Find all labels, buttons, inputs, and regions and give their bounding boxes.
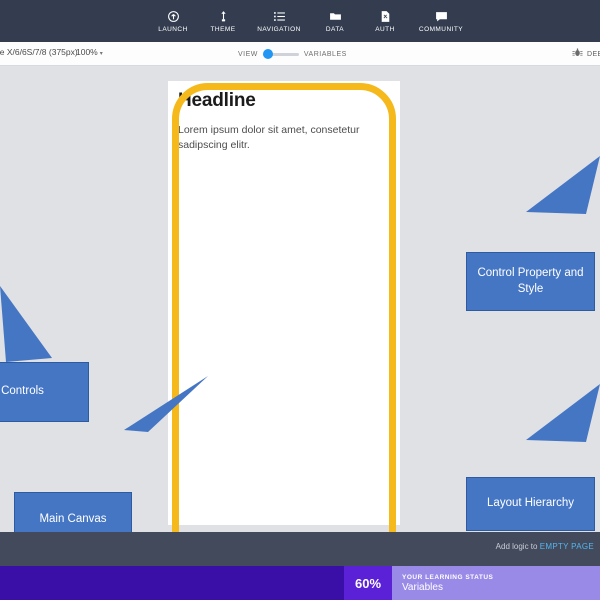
chevron-down-icon: ▾ [99,51,103,57]
callout-controls-label: Controls [1,385,44,398]
callout-main-canvas: Main Canvas [14,492,132,532]
sub-toolbar: iPhone X/6/6S/7/8 (375px) 100%▾ VIEW VAR… [0,42,600,66]
chat-bubble-icon [434,9,448,23]
device-size-select[interactable]: iPhone X/6/6S/7/8 (375px) [0,47,78,57]
empty-page-link[interactable]: EMPTY PAGE [540,542,594,551]
toggle-label-variables: VARIABLES [303,50,347,58]
callout-layout-hierarchy: Layout Hierarchy [466,477,595,531]
callout-main-canvas-label: Main Canvas [39,513,107,526]
list-icon [272,9,286,23]
toolbar-item-data[interactable]: DATA [310,0,360,42]
toolbar-label-data: DATA [325,26,345,33]
toggle-knob[interactable] [262,49,273,59]
rocket-launch-icon [166,9,180,23]
toggle-track[interactable] [262,49,299,59]
debug-button[interactable]: DEBUG [572,42,600,66]
learning-status-panel[interactable]: YOUR LEARNING STATUS Variables [392,566,600,600]
bug-icon [572,45,583,63]
footer-bar: Add logic to EMPTY PAGE [0,532,600,566]
debug-label: DEBUG [587,50,600,58]
toolbar-label-community: COMMUNITY [418,26,464,33]
zoom-level-value: 100% [76,47,98,57]
toolbar-item-auth[interactable]: AUTH [360,0,410,42]
callout-controls: Controls [0,362,89,422]
layout-hierarchy-pointer [526,384,600,442]
callout-layout-hierarchy-label: Layout Hierarchy [487,497,574,510]
toolbar-label-auth: AUTH [375,26,395,33]
zoom-level-select[interactable]: 100% ▾ [76,47,103,57]
toolbar-label-theme: THEME [210,26,236,33]
toolbar-label-launch: LAUNCH [158,26,188,33]
document-key-icon [378,9,392,23]
toggle-label-view: VIEW [238,50,258,58]
toolbar-item-theme[interactable]: THEME [198,0,248,42]
main-canvas-area[interactable]: Headline Lorem ipsum dolor sit amet, con… [0,66,600,532]
control-property-pointer [526,156,600,214]
top-toolbar: LAUNCH THEME NAVIGATION DATA AUTH COMMUN… [0,0,600,42]
view-variables-toggle[interactable]: VIEW VARIABLES [238,42,347,66]
top-toolbar-items: LAUNCH THEME NAVIGATION DATA AUTH COMMUN… [148,0,472,42]
callout-control-property-label: Control Property and Style [477,266,584,295]
main-canvas-pointer [124,376,208,432]
toolbar-item-launch[interactable]: LAUNCH [148,0,198,42]
learning-status-value: Variables [402,581,443,593]
add-logic-text: Add logic to EMPTY PAGE [496,542,594,551]
preview-body-text[interactable]: Lorem ipsum dolor sit amet, consetetur s… [178,123,363,153]
paint-brush-icon [216,9,230,23]
learning-status-caption: YOUR LEARNING STATUS [402,573,494,581]
add-logic-prefix: Add logic to [495,542,538,551]
preview-headline[interactable]: Headline [178,90,390,112]
toolbar-item-community[interactable]: COMMUNITY [410,0,472,42]
toolbar-label-navigation: NAVIGATION [257,26,301,33]
phone-preview-content: Headline Lorem ipsum dolor sit amet, con… [178,90,390,520]
learning-bar-spacer [0,566,344,600]
toolbar-item-navigation[interactable]: NAVIGATION [248,0,310,42]
callout-control-property: Control Property and Style [466,252,595,311]
learning-status-bar: 60% YOUR LEARNING STATUS Variables [0,566,600,600]
learning-progress-percent: 60% [344,566,392,600]
folder-icon [328,9,342,23]
